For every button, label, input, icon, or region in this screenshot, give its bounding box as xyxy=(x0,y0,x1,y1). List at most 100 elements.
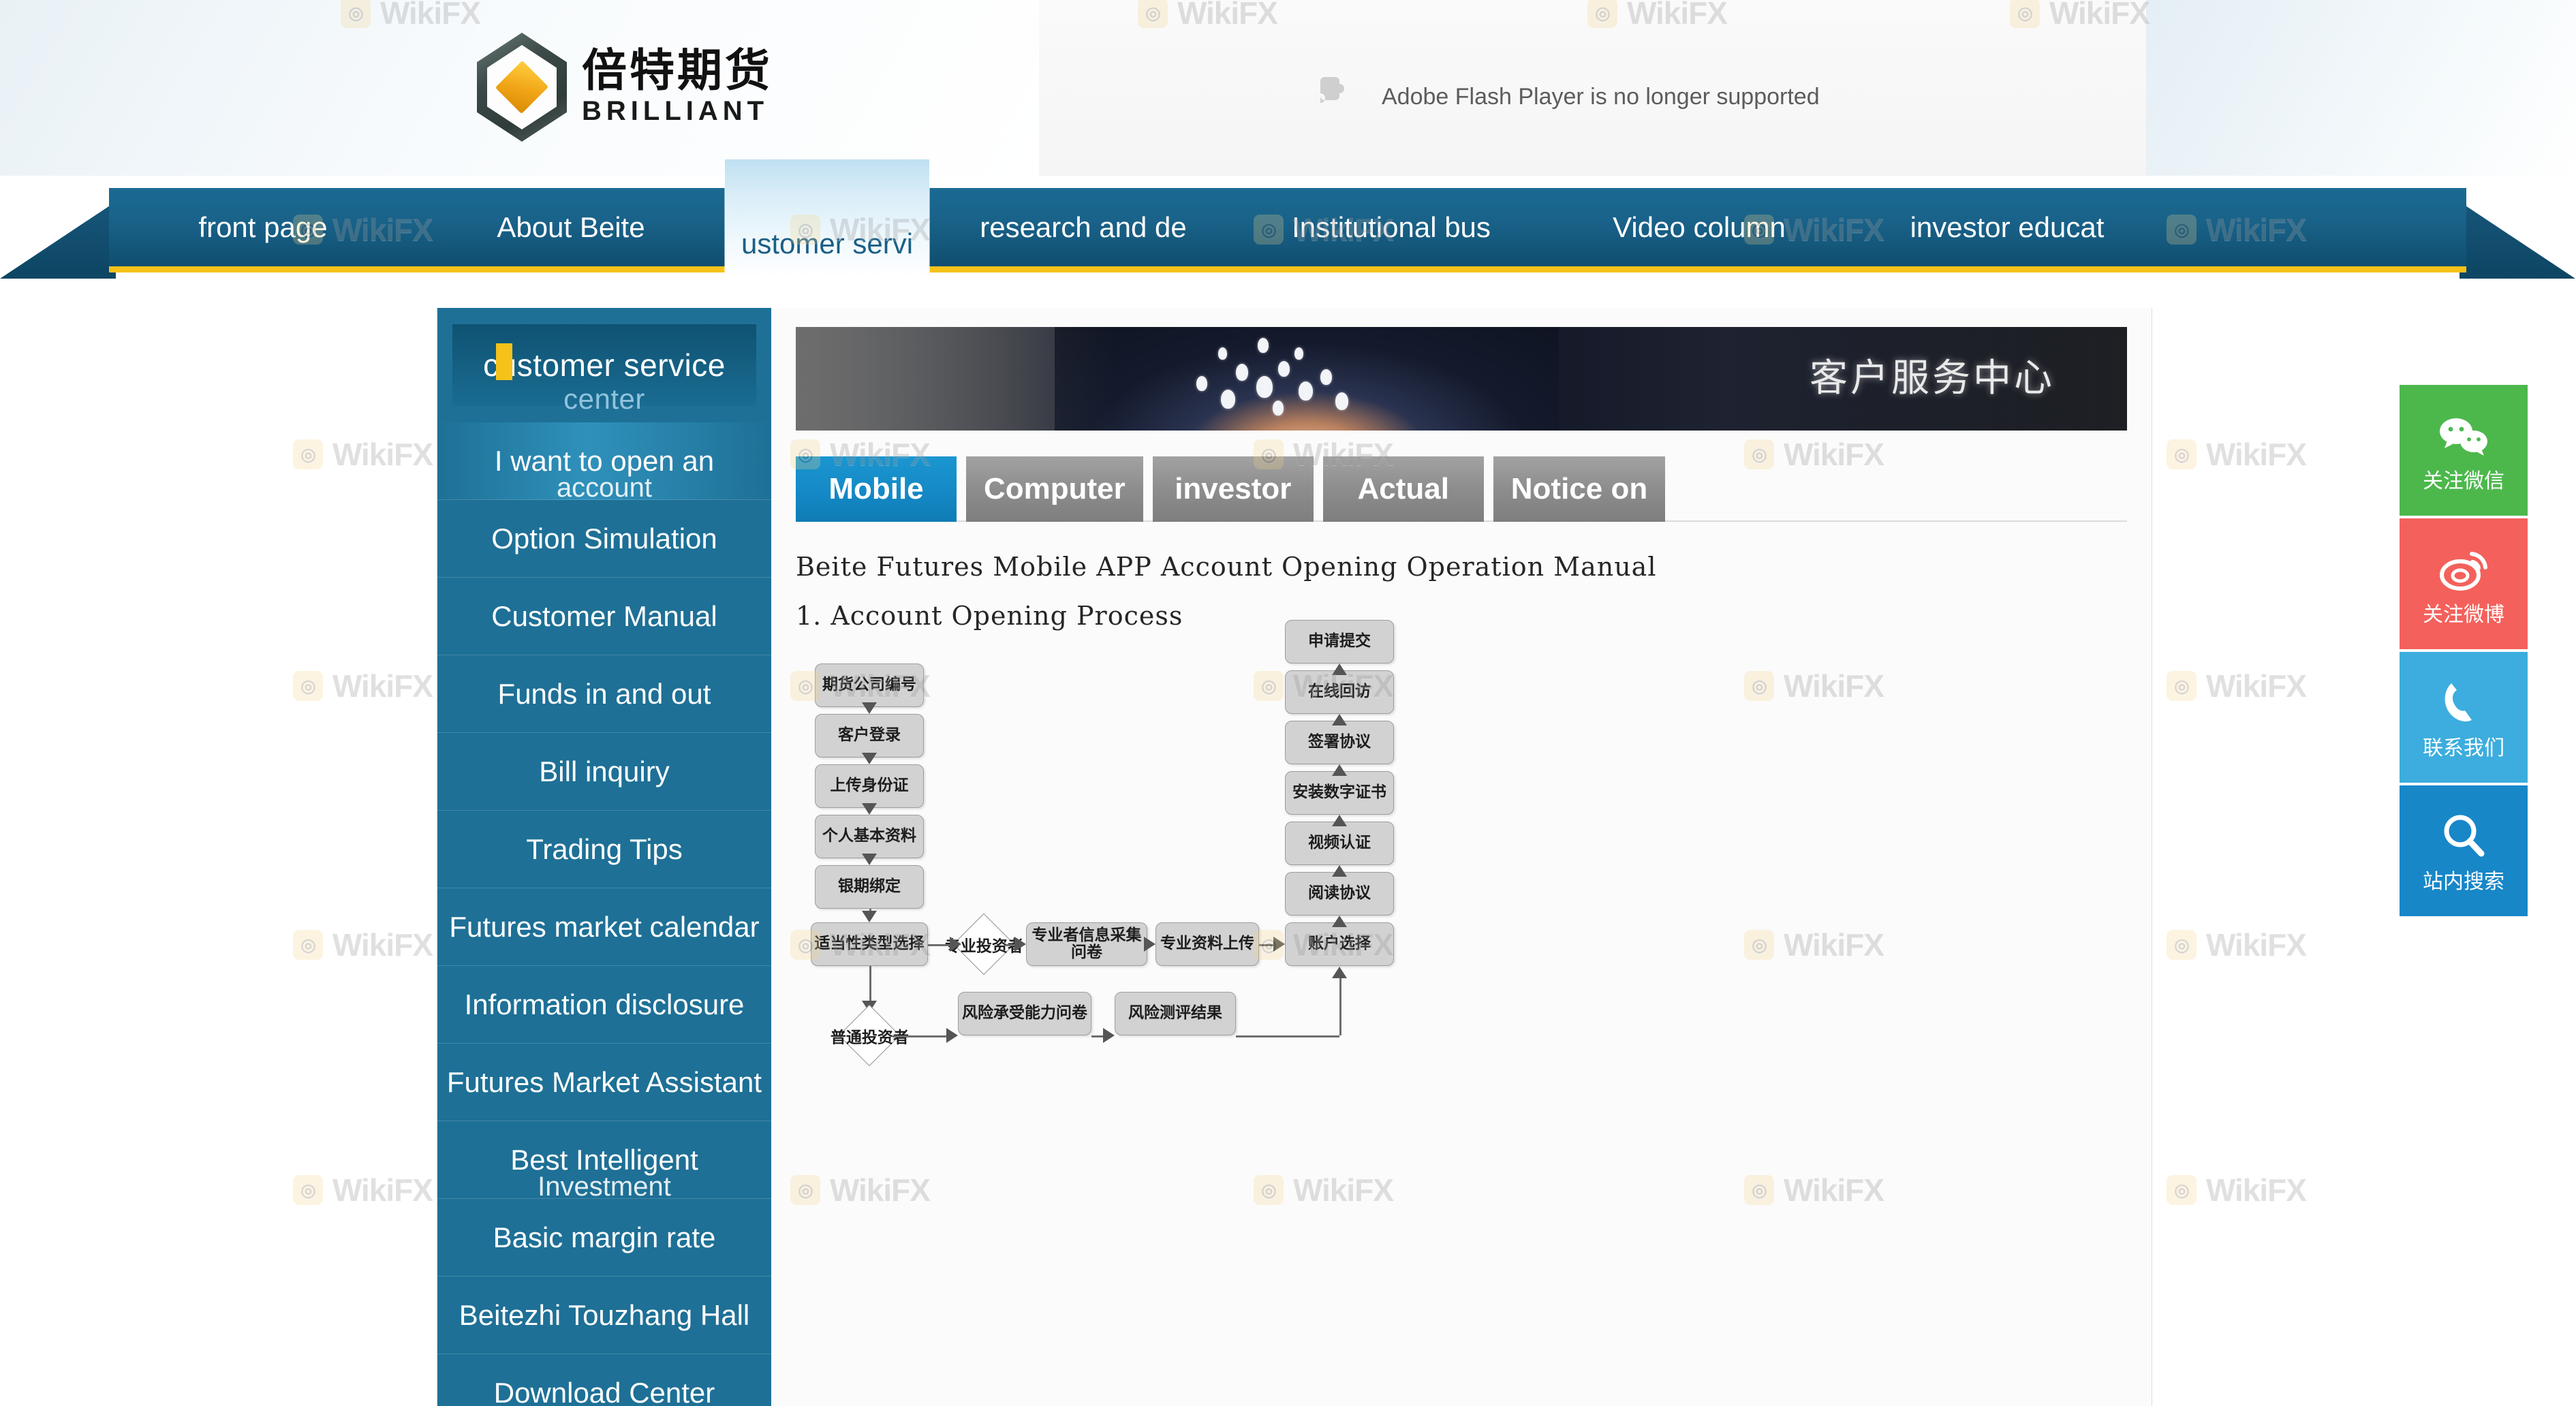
sidebar-menu-list: I want to open an account Option Simulatio… xyxy=(437,422,771,1406)
flow-arrowhead xyxy=(1332,663,1347,675)
nav-item-label: Video column xyxy=(1613,210,1786,243)
phone-icon xyxy=(2438,674,2489,725)
flow-node-left-3: 个人基本资料 xyxy=(815,815,924,858)
sidebar-item-11[interactable]: Beitezhi Touzhang Hall xyxy=(437,1277,771,1354)
sidebar-item-label: Beitezhi Touzhang Hall xyxy=(459,1298,750,1331)
nav-item-3[interactable]: research and de xyxy=(929,188,1237,266)
float-button-label: 联系我们 xyxy=(2423,736,2504,760)
tab-investor[interactable]: investor xyxy=(1152,456,1314,522)
customer-service-banner: 客户服务中心 xyxy=(796,327,2127,431)
sidebar-item-12[interactable]: Download CenterAPP xyxy=(437,1354,771,1406)
nav-item-label: About Beite xyxy=(497,210,645,243)
tab-label: Computer xyxy=(984,472,1126,505)
watermark-text: WikiFX xyxy=(332,437,433,472)
nav-item-4[interactable]: Institutional bus xyxy=(1237,188,1545,266)
flow-connector-horizontal xyxy=(1006,944,1015,946)
float-button-label: 关注微信 xyxy=(2423,469,2504,493)
search-icon xyxy=(2439,807,2488,859)
flow-node-right-3: 安装数字证书 xyxy=(1285,771,1394,815)
nav-item-label: Institutional bus xyxy=(1292,210,1491,243)
watermark: ◎ WikiFX xyxy=(293,668,433,704)
watermark-logo-icon: ◎ xyxy=(293,671,323,701)
sidebar-item-label: Customer Manual xyxy=(491,599,717,632)
nav-item-1[interactable]: About Beite xyxy=(417,188,725,266)
nav-item-0[interactable]: front page xyxy=(109,188,417,266)
float-button-weibo[interactable]: 关注微博 xyxy=(2400,518,2528,649)
sidebar-item-sublabel: Investment xyxy=(538,1172,671,1202)
watermark-logo-icon: ◎ xyxy=(2167,439,2197,469)
sidebar-item-9[interactable]: Best Intelligent Investment xyxy=(437,1121,771,1202)
watermark: ◎ WikiFX xyxy=(2167,436,2307,473)
logo-chinese-name: 倍特期货 xyxy=(582,44,773,97)
banner-title-chinese: 客户服务中心 xyxy=(1810,356,2055,401)
sidebar-item-label: Information disclosure xyxy=(464,988,745,1020)
flow-arrowhead xyxy=(1332,865,1347,877)
sidebar-item-label: Option Simulation xyxy=(491,522,717,554)
flow-arrowhead xyxy=(1332,967,1347,978)
flow-arrowhead xyxy=(862,803,877,815)
tab-label: investor xyxy=(1175,472,1292,505)
float-button-search[interactable]: 站内搜索 xyxy=(2400,785,2528,916)
flow-node-professional-1: 专业资料上传 xyxy=(1155,922,1259,966)
sidebar-item-2[interactable]: Customer Manual xyxy=(437,578,771,655)
nav-wing-left xyxy=(0,202,116,279)
manual-section-title: 1. Account Opening Process xyxy=(796,601,1183,631)
flow-arrowhead xyxy=(862,911,877,922)
watermark-logo-icon: ◎ xyxy=(2167,930,2197,960)
sidebar-item-5[interactable]: Trading Tips xyxy=(437,811,771,888)
tab-label: Mobile xyxy=(828,472,924,505)
tab-notice-on[interactable]: Notice on xyxy=(1493,456,1666,522)
sidebar-item-3[interactable]: Funds in and out xyxy=(437,655,771,733)
float-button-label: 站内搜索 xyxy=(2423,870,2504,894)
page-root: 倍特期货 BRILLIANT Adobe Flash Player is no … xyxy=(0,0,2576,1406)
flow-connector-horizontal xyxy=(928,944,950,946)
flow-arrowhead xyxy=(862,753,877,764)
nav-item-6[interactable]: investor educat xyxy=(1853,188,2161,266)
site-header: 倍特期货 BRILLIANT Adobe Flash Player is no … xyxy=(0,0,2576,176)
flash-notice-text: Adobe Flash Player is no longer supporte… xyxy=(1382,83,1820,110)
sidebar-item-8[interactable]: Futures Market Assistant xyxy=(437,1044,771,1121)
flow-node-right-1: 在线回访 xyxy=(1285,670,1394,714)
sidebar-item-label: Bill inquiry xyxy=(539,755,670,787)
flow-arrowhead xyxy=(1332,916,1347,927)
sidebar-item-10[interactable]: Basic margin rate xyxy=(437,1199,771,1277)
sidebar-item-1[interactable]: Option Simulation xyxy=(437,500,771,578)
sidebar-item-7[interactable]: Information disclosure xyxy=(437,966,771,1044)
flow-arrowhead xyxy=(862,854,877,865)
manual-heading: Beite Futures Mobile APP Account Opening… xyxy=(796,552,1657,582)
flow-node-left-2: 上传身份证 xyxy=(815,764,924,808)
header-band-right xyxy=(2146,0,2576,176)
nav-item-label: investor educat xyxy=(1910,210,2105,243)
flow-node-ordinary-1: 风险测评结果 xyxy=(1115,992,1236,1035)
flow-node-left-5: 适当性类型选择 xyxy=(811,922,928,966)
tab-mobile[interactable]: Mobile xyxy=(796,456,957,522)
logo-english-name: BRILLIANT xyxy=(582,95,769,126)
flow-arrowhead xyxy=(862,702,877,714)
flow-arrowhead xyxy=(1332,815,1347,826)
flow-node-ordinary-0: 风险承受能力问卷 xyxy=(958,992,1091,1035)
sidebar-item-0[interactable]: I want to open an account xyxy=(437,422,771,503)
flow-node-professional-0: 专业者信息采集问卷 xyxy=(1026,922,1147,966)
flow-arrowhead xyxy=(946,1028,958,1043)
tab-actual[interactable]: Actual xyxy=(1322,456,1484,522)
sidebar-item-6[interactable]: Futures market calendar xyxy=(437,888,771,966)
flow-connector-horizontal xyxy=(893,1035,947,1037)
flow-connector-horizontal xyxy=(1259,944,1274,946)
site-logo[interactable]: 倍特期货 BRILLIANT xyxy=(477,33,773,142)
sidebar-title-text: customer service xyxy=(483,347,726,383)
wechat-icon xyxy=(2438,407,2489,458)
watermark: ◎ WikiFX xyxy=(293,436,433,473)
float-button-phone[interactable]: 联系我们 xyxy=(2400,652,2528,783)
flow-connector-vertical xyxy=(1339,977,1341,1035)
sidebar-title-box: customer service center xyxy=(452,324,756,415)
sidebar-title-accent-bar xyxy=(496,343,512,380)
tab-computer[interactable]: Computer xyxy=(966,456,1143,522)
sidebar-item-label: Basic margin rate xyxy=(493,1221,716,1253)
flow-node-right-4: 视频认证 xyxy=(1285,822,1394,865)
sidebar-item-label: Futures Market Assistant xyxy=(446,1065,762,1098)
nav-item-2[interactable]: ustomer servi xyxy=(725,159,929,277)
float-button-wechat[interactable]: 关注微信 xyxy=(2400,385,2528,516)
sidebar-item-4[interactable]: Bill inquiry xyxy=(437,733,771,811)
watermark-text: WikiFX xyxy=(332,668,433,704)
nav-item-5[interactable]: Video column xyxy=(1545,188,1853,266)
